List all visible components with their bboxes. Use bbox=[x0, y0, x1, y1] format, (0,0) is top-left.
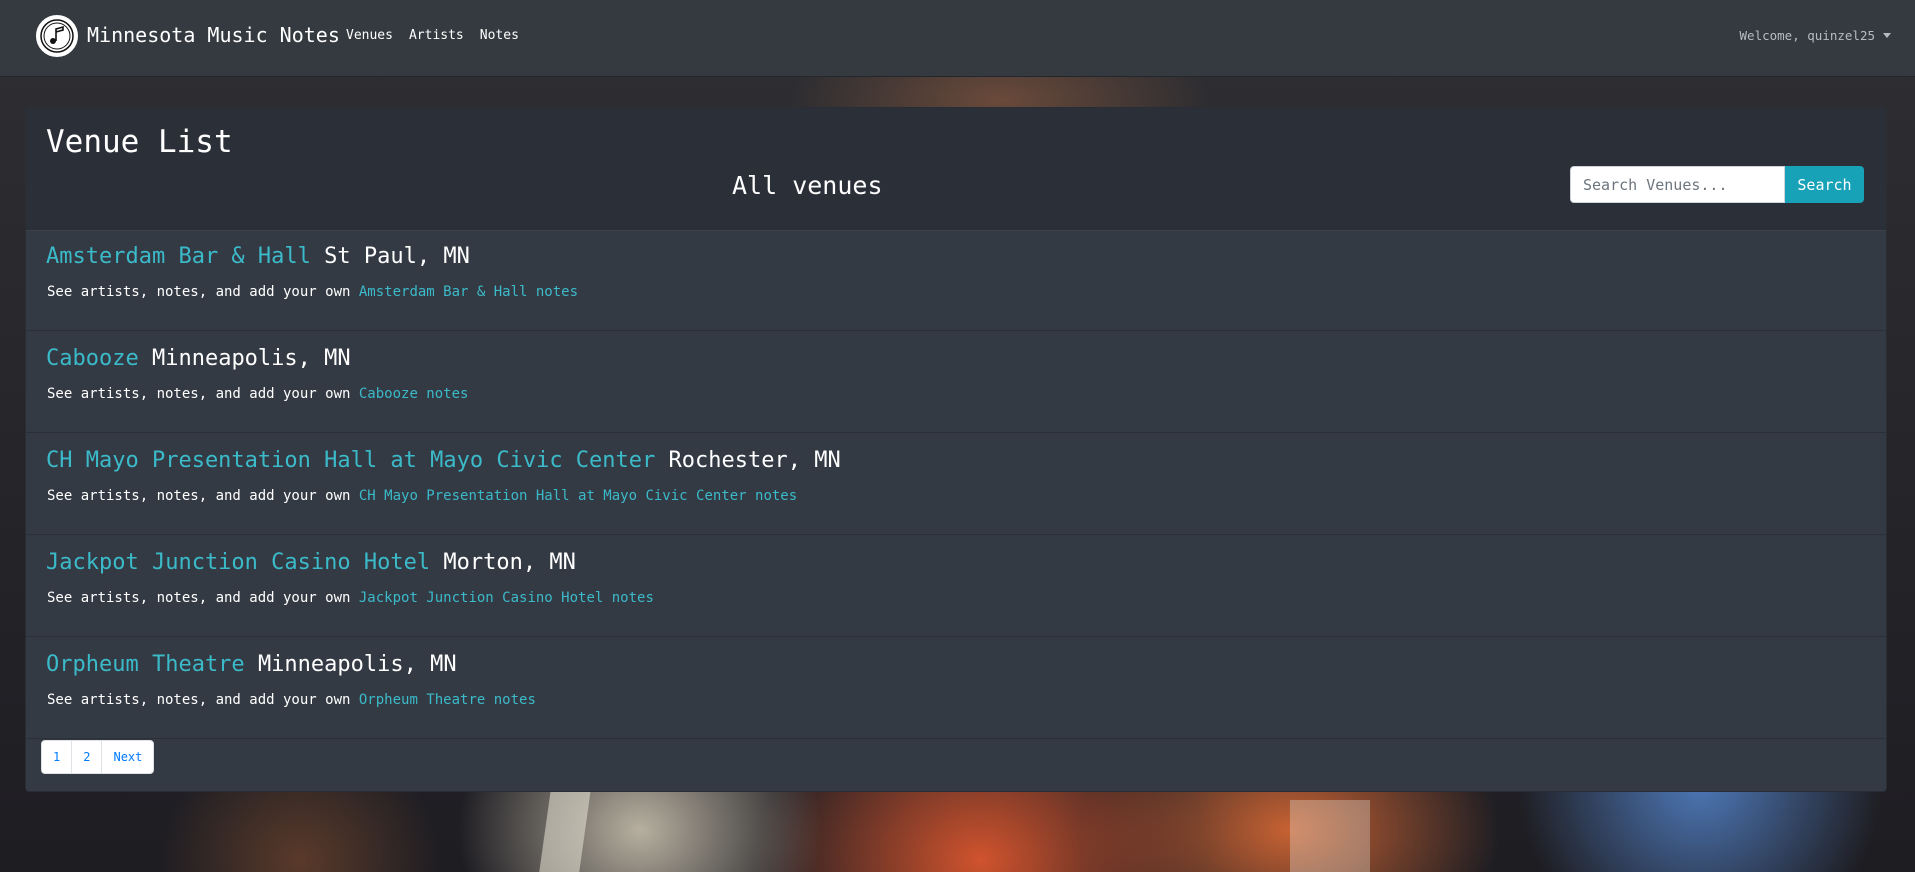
next-page-link[interactable]: Next bbox=[102, 741, 153, 773]
venue-city: Rochester, MN bbox=[668, 448, 841, 473]
nav-venues-link[interactable]: Venues bbox=[346, 27, 393, 45]
venue-description: See artists, notes, and add your own Cab… bbox=[47, 384, 468, 404]
nav-links: Venues Artists Notes bbox=[346, 27, 519, 45]
search-form: Search bbox=[1570, 166, 1864, 203]
venue-city: St Paul, MN bbox=[324, 244, 470, 269]
venue-heading: Orpheum Theatre Minneapolis, MN bbox=[46, 650, 457, 680]
venue-description: See artists, notes, and add your own Jac… bbox=[47, 588, 654, 608]
venue-desc-text: See artists, notes, and add your own bbox=[47, 386, 351, 402]
venue-description: See artists, notes, and add your own Ams… bbox=[47, 282, 578, 302]
page-title: Venue List bbox=[46, 124, 233, 160]
venue-city: Morton, MN bbox=[443, 550, 576, 575]
music-note-icon[interactable] bbox=[36, 15, 78, 57]
nav-notes-link[interactable]: Notes bbox=[480, 27, 519, 45]
list-item: Orpheum Theatre Minneapolis, MN See arti… bbox=[26, 638, 1886, 739]
caret-down-icon bbox=[1883, 32, 1891, 38]
navbar: Minnesota Music Notes Venues Artists Not… bbox=[0, 0, 1915, 77]
venue-heading: Jackpot Junction Casino Hotel Morton, MN bbox=[46, 548, 576, 578]
venue-notes-link[interactable]: CH Mayo Presentation Hall at Mayo Civic … bbox=[359, 488, 797, 504]
venue-name-link[interactable]: Jackpot Junction Casino Hotel bbox=[46, 550, 430, 575]
search-button[interactable]: Search bbox=[1785, 166, 1864, 203]
venue-description: See artists, notes, and add your own CH … bbox=[47, 486, 797, 506]
venue-name-link[interactable]: Orpheum Theatre bbox=[46, 652, 245, 677]
venue-description: See artists, notes, and add your own Orp… bbox=[47, 690, 536, 710]
list-item: CH Mayo Presentation Hall at Mayo Civic … bbox=[26, 434, 1886, 535]
page-2-link[interactable]: 2 bbox=[72, 741, 103, 773]
page-1-link[interactable]: 1 bbox=[42, 741, 73, 773]
venue-heading: Cabooze Minneapolis, MN bbox=[46, 344, 351, 374]
venue-notes-link[interactable]: Jackpot Junction Casino Hotel notes bbox=[359, 590, 654, 606]
venue-notes-link[interactable]: Orpheum Theatre notes bbox=[359, 692, 536, 708]
venue-desc-text: See artists, notes, and add your own bbox=[47, 590, 351, 606]
list-item: Amsterdam Bar & Hall St Paul, MN See art… bbox=[26, 230, 1886, 331]
list-item: Jackpot Junction Casino Hotel Morton, MN… bbox=[26, 536, 1886, 637]
venue-heading: CH Mayo Presentation Hall at Mayo Civic … bbox=[46, 446, 841, 476]
search-input[interactable] bbox=[1570, 166, 1785, 203]
venue-name-link[interactable]: Amsterdam Bar & Hall bbox=[46, 244, 311, 269]
venue-notes-link[interactable]: Amsterdam Bar & Hall notes bbox=[359, 284, 578, 300]
venue-notes-link[interactable]: Cabooze notes bbox=[359, 386, 469, 402]
nav-artists-link[interactable]: Artists bbox=[409, 27, 464, 45]
venue-desc-text: See artists, notes, and add your own bbox=[47, 488, 351, 504]
list-item: Cabooze Minneapolis, MN See artists, not… bbox=[26, 332, 1886, 433]
venue-desc-text: See artists, notes, and add your own bbox=[47, 284, 351, 300]
venue-city: Minneapolis, MN bbox=[257, 652, 457, 677]
venue-list-card: Venue List All venues Search Amsterdam B… bbox=[25, 107, 1887, 792]
pagination: 1 2 Next bbox=[41, 740, 155, 774]
user-menu[interactable]: Welcome, quinzel25 bbox=[1740, 28, 1891, 44]
venue-name-link[interactable]: Cabooze bbox=[46, 346, 139, 371]
venue-desc-text: See artists, notes, and add your own bbox=[47, 692, 351, 708]
venue-name-link[interactable]: CH Mayo Presentation Hall at Mayo Civic … bbox=[46, 448, 655, 473]
venue-city: Minneapolis, MN bbox=[151, 346, 351, 371]
brand-link[interactable]: Minnesota Music Notes bbox=[87, 21, 340, 49]
page-subtitle: All venues bbox=[732, 171, 883, 200]
card-header: Venue List All venues Search bbox=[26, 108, 1886, 231]
venue-heading: Amsterdam Bar & Hall St Paul, MN bbox=[46, 242, 470, 272]
welcome-text: Welcome, quinzel25 bbox=[1739, 28, 1875, 43]
